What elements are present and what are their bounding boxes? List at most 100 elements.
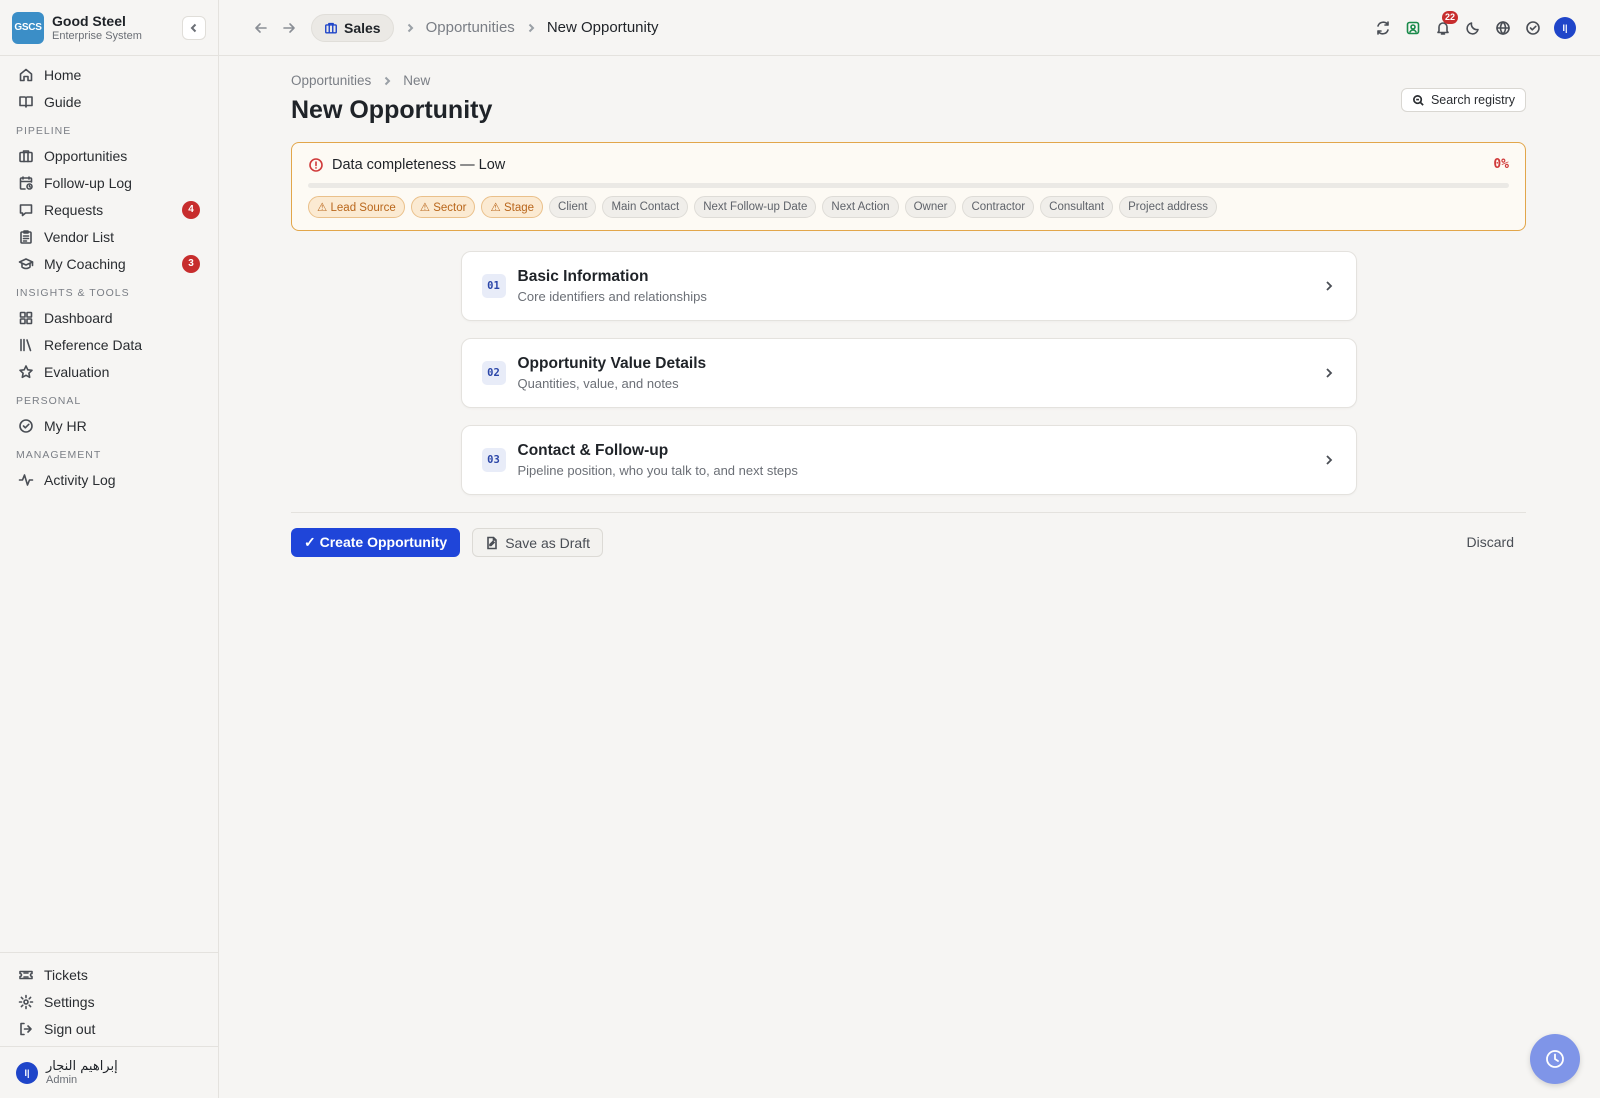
sidebar-item-activity-log[interactable]: Activity Log <box>0 466 218 493</box>
moon-icon <box>1466 22 1479 35</box>
missing-fields-chips: ⚠ Lead Source ⚠ Sector ⚠ Stage Client Ma… <box>308 196 1509 218</box>
section-title: Opportunity Value Details <box>517 355 707 372</box>
sidebar-item-label: Settings <box>44 993 95 1010</box>
sidebar-item-label: Reference Data <box>44 336 143 353</box>
back-button[interactable] <box>247 14 275 42</box>
create-opportunity-button[interactable]: ✓ Create Opportunity <box>291 528 461 557</box>
section-number: 01 <box>481 274 506 298</box>
chip-project-address[interactable]: Project address <box>1119 196 1218 218</box>
chip-next-follow-up-date[interactable]: Next Follow-up Date <box>694 196 817 218</box>
sidebar-item-guide[interactable]: Guide <box>0 88 218 115</box>
clock-icon <box>1546 1050 1564 1068</box>
briefcase-icon <box>324 21 338 35</box>
section-subtitle: Pipeline position, who you talk to, and … <box>517 463 798 478</box>
page-title: New Opportunity <box>291 96 493 124</box>
chip-contractor[interactable]: Contractor <box>962 196 1035 218</box>
chip-consultant[interactable]: Consultant <box>1040 196 1114 218</box>
divider <box>291 512 1526 513</box>
tasks-button[interactable] <box>1518 14 1548 42</box>
collapse-sidebar-button[interactable] <box>182 16 206 40</box>
sidebar-item-label: Activity Log <box>44 471 116 488</box>
forward-button[interactable] <box>275 14 303 42</box>
nav-section-pipeline: PIPELINE <box>16 125 72 137</box>
chevron-right-icon <box>1322 453 1336 467</box>
home-icon <box>18 67 34 83</box>
history-fab-button[interactable] <box>1530 1034 1580 1084</box>
completeness-progress-bar <box>308 183 1509 188</box>
calendar-clock-icon <box>18 175 34 191</box>
sidebar-item-reference-data[interactable]: Reference Data <box>0 331 218 358</box>
sidebar-item-label: Guide <box>44 93 82 110</box>
chip-owner[interactable]: Owner <box>904 196 957 218</box>
sidebar-item-requests[interactable]: Requests 4 <box>0 196 218 223</box>
data-completeness-panel: Data completeness — Low 0% ⚠ Lead Source… <box>291 142 1526 231</box>
notifications-button[interactable]: 22 <box>1428 11 1458 42</box>
sidebar-bottom-nav: Tickets Settings Sign out <box>0 952 218 1046</box>
check-circle-icon <box>1526 21 1540 35</box>
sidebar-item-sign-out[interactable]: Sign out <box>0 1015 218 1042</box>
form-sections: 01 Basic Information Core identifiers an… <box>460 251 1357 495</box>
user-status-button[interactable] <box>1398 14 1428 42</box>
section-contact-follow-up[interactable]: 03 Contact & Follow-up Pipeline position… <box>460 425 1357 495</box>
chip-main-contact[interactable]: Main Contact <box>602 196 689 218</box>
avatar: I| <box>16 1061 38 1084</box>
section-title: Basic Information <box>517 268 649 285</box>
globe-icon <box>1496 21 1510 35</box>
notification-count: 22 <box>1441 11 1458 24</box>
avatar[interactable]: I| <box>1554 17 1576 39</box>
breadcrumb-new: New <box>403 73 431 88</box>
section-subtitle: Core identifiers and relationships <box>517 289 707 304</box>
sidebar-item-follow-up-log[interactable]: Follow-up Log <box>0 169 218 196</box>
chip-stage[interactable]: ⚠ Stage <box>481 196 544 218</box>
clipboard-icon <box>18 229 34 245</box>
chevron-right-icon <box>1322 279 1336 293</box>
sidebar-item-settings[interactable]: Settings <box>0 988 218 1015</box>
breadcrumb-opportunities[interactable]: Opportunities <box>291 73 371 88</box>
theme-toggle-button[interactable] <box>1458 14 1488 42</box>
sidebar-item-vendor-list[interactable]: Vendor List <box>0 223 218 250</box>
sidebar-item-my-coaching[interactable]: My Coaching 3 <box>0 250 218 277</box>
sidebar-item-evaluation[interactable]: Evaluation <box>0 358 218 385</box>
book-icon <box>18 94 34 110</box>
chip-next-action[interactable]: Next Action <box>822 196 899 218</box>
sidebar-item-opportunities[interactable]: Opportunities <box>0 142 218 169</box>
user-profile[interactable]: I| إبراهيم النجار Admin <box>0 1046 218 1098</box>
brand-subtitle: Enterprise System <box>52 30 142 42</box>
sidebar-item-label: Follow-up Log <box>44 174 132 191</box>
briefcase-icon <box>18 148 34 164</box>
sidebar-item-label: Home <box>44 66 82 83</box>
language-button[interactable] <box>1488 14 1518 42</box>
breadcrumb-current: New Opportunity <box>546 19 659 36</box>
discard-button[interactable]: Discard <box>1467 534 1514 550</box>
chip-lead-source[interactable]: ⚠ Lead Source <box>308 196 405 218</box>
sidebar-item-label: Evaluation <box>44 363 110 380</box>
section-number: 02 <box>481 361 506 385</box>
sidebar-item-home[interactable]: Home <box>0 61 218 88</box>
breadcrumb: Opportunities New <box>291 73 1526 88</box>
search-icon <box>1412 94 1424 106</box>
section-basic-information[interactable]: 01 Basic Information Core identifiers an… <box>460 251 1357 321</box>
refresh-button[interactable] <box>1368 14 1398 42</box>
brand-logo: GSCS <box>12 11 44 44</box>
module-pill-sales[interactable]: Sales <box>311 13 394 42</box>
chevron-right-icon <box>404 22 416 34</box>
chip-sector[interactable]: ⚠ Sector <box>410 196 476 218</box>
sidebar-item-label: My HR <box>44 417 87 434</box>
sidebar-item-dashboard[interactable]: Dashboard <box>0 304 218 331</box>
section-opportunity-value-details[interactable]: 02 Opportunity Value Details Quantities,… <box>460 338 1357 408</box>
breadcrumb-opportunities[interactable]: Opportunities <box>426 19 515 36</box>
refresh-icon <box>1377 21 1389 35</box>
sign-out-icon <box>18 1021 34 1037</box>
top-actions: 22 I| <box>1368 11 1576 42</box>
search-registry-button[interactable]: Search registry <box>1400 88 1526 112</box>
search-registry-label: Search registry <box>1430 93 1515 107</box>
sidebar-item-label: My Coaching <box>44 255 126 272</box>
nav-section-insights: INSIGHTS & TOOLS <box>16 287 130 299</box>
nav-section-personal: PERSONAL <box>16 395 82 407</box>
chip-client[interactable]: Client <box>549 196 597 218</box>
sidebar-item-my-hr[interactable]: My HR <box>0 412 218 439</box>
ticket-icon <box>18 967 34 983</box>
sidebar-item-tickets[interactable]: Tickets <box>0 961 218 988</box>
nav-section-management: MANAGEMENT <box>16 449 102 461</box>
save-draft-button[interactable]: Save as Draft <box>472 528 604 557</box>
